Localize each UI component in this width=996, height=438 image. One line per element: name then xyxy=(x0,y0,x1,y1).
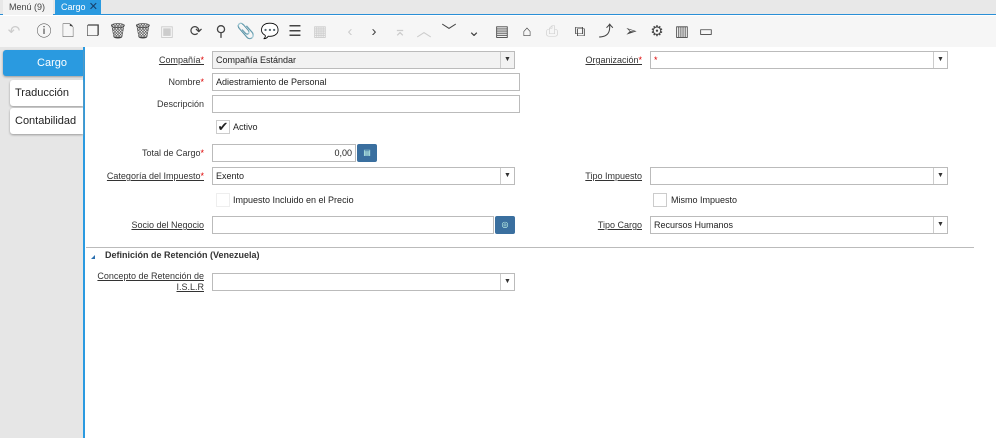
section-divider xyxy=(86,247,974,248)
copy-icon[interactable]: ❐ xyxy=(83,22,103,42)
organization-label[interactable]: Organización* xyxy=(540,54,642,66)
new-icon[interactable]: 🗋 xyxy=(58,22,78,42)
delete-icon[interactable]: 🗑 xyxy=(108,22,128,42)
search-bpartner-button[interactable]: ◎ xyxy=(495,216,515,234)
total-input[interactable]: 0,00 xyxy=(212,144,356,162)
chevron-down-icon[interactable]: ▼ xyxy=(933,217,947,233)
tax-included-label: Impuesto Incluido en el Precio xyxy=(233,195,354,205)
charge-type-label[interactable]: Tipo Cargo xyxy=(540,219,642,231)
grid-toggle-icon[interactable]: ☰ xyxy=(285,22,305,42)
side-divider xyxy=(83,47,85,438)
zoom-across-icon[interactable]: ⧉ xyxy=(570,22,590,42)
tab-cargo[interactable]: Cargo ✕ xyxy=(55,0,101,15)
company-select[interactable]: Compañía Estándar ▼ xyxy=(212,51,515,69)
organization-select[interactable]: * ▼ xyxy=(650,51,948,69)
undo-icon[interactable]: ↶ xyxy=(4,22,24,42)
workflow-icon[interactable]: ⤴ xyxy=(596,22,616,42)
chevron-down-icon[interactable]: ▼ xyxy=(500,168,514,184)
next-icon[interactable]: › xyxy=(364,22,384,42)
chat-icon[interactable]: 💬 xyxy=(260,22,280,42)
active-checkbox[interactable]: ✔ xyxy=(216,120,230,134)
previous-icon[interactable]: ‹ xyxy=(340,22,360,42)
report-icon[interactable]: ▤ xyxy=(492,22,512,42)
toolbar: ↶ ⓘ 🗋 ❐ 🗑 🗑 ▣ ⟳ ⚲ 📎 💬 ☰ ▦ ‹ › ⌅ ︿ ﹀ ⌄ ▤ … xyxy=(0,16,996,47)
product-info-icon[interactable]: ▥ xyxy=(672,22,692,42)
window-tabbar: Menú (9) Cargo ✕ xyxy=(0,0,996,15)
calculator-button[interactable]: ▤ xyxy=(357,144,377,162)
process-icon[interactable]: ⚙ xyxy=(647,22,667,42)
chevron-down-icon[interactable]: ▼ xyxy=(500,274,514,290)
tab-menu[interactable]: Menú (9) xyxy=(3,0,53,15)
tax-type-select[interactable]: ▼ xyxy=(650,167,948,185)
same-tax-checkbox[interactable] xyxy=(653,193,667,207)
same-tax-label: Mismo Impuesto xyxy=(671,195,738,205)
tax-included-checkbox[interactable] xyxy=(216,193,230,207)
side-tab-traduccion[interactable]: Traducción xyxy=(10,80,83,106)
tax-category-label[interactable]: Categoría del Impuesto* xyxy=(100,170,204,182)
tax-category-select[interactable]: Exento ▼ xyxy=(212,167,515,185)
calendar-icon[interactable]: ▦ xyxy=(310,22,330,42)
side-tab-cargo[interactable]: Cargo xyxy=(3,50,83,76)
detail-icon[interactable]: ﹀ xyxy=(439,22,459,42)
name-input[interactable]: Adiestramiento de Personal xyxy=(212,73,520,91)
parent-icon[interactable]: ︿ xyxy=(414,22,434,42)
company-label[interactable]: Compañía* xyxy=(100,54,204,66)
export-icon[interactable]: ▭ xyxy=(696,22,716,42)
description-label: Descripción xyxy=(156,99,204,109)
attachment-icon[interactable]: 📎 xyxy=(236,22,256,42)
last-icon[interactable]: ⌄ xyxy=(464,22,484,42)
collapse-triangle-icon[interactable] xyxy=(91,255,95,259)
description-input[interactable] xyxy=(212,95,520,113)
side-tab-contabilidad[interactable]: Contabilidad xyxy=(10,108,83,134)
section-title[interactable]: Definición de Retención (Venezuela) xyxy=(105,250,260,260)
help-icon[interactable]: ⓘ xyxy=(34,22,54,42)
chevron-down-icon[interactable]: ▼ xyxy=(933,52,947,68)
charge-type-select[interactable]: Recursos Humanos ▼ xyxy=(650,216,948,234)
concept-label[interactable]: Concepto de Retención de I.S.L.R xyxy=(90,271,204,293)
first-icon[interactable]: ⌅ xyxy=(390,22,410,42)
total-label: Total de Cargo* xyxy=(141,148,204,158)
bpartner-input[interactable] xyxy=(212,216,494,234)
tax-type-label[interactable]: Tipo Impuesto xyxy=(540,170,642,182)
active-label: Activo xyxy=(233,122,258,132)
refresh-icon[interactable]: ⟳ xyxy=(186,22,206,42)
delete-selection-icon[interactable]: 🗑 xyxy=(133,22,153,42)
close-icon[interactable]: ✕ xyxy=(89,0,98,15)
name-label: Nombre* xyxy=(168,77,204,87)
save-icon[interactable]: ▣ xyxy=(157,22,177,42)
concept-select[interactable]: ▼ xyxy=(212,273,515,291)
print-icon[interactable]: ⎙ xyxy=(542,22,562,42)
chevron-down-icon[interactable]: ▼ xyxy=(500,52,514,68)
bpartner-label[interactable]: Socio del Negocio xyxy=(100,219,204,231)
find-icon[interactable]: ⚲ xyxy=(211,22,231,42)
send-icon[interactable]: ➢ xyxy=(621,22,641,42)
chevron-down-icon[interactable]: ▼ xyxy=(933,168,947,184)
archive-icon[interactable]: ⌂ xyxy=(517,22,537,42)
tab-label: Cargo xyxy=(61,2,86,12)
